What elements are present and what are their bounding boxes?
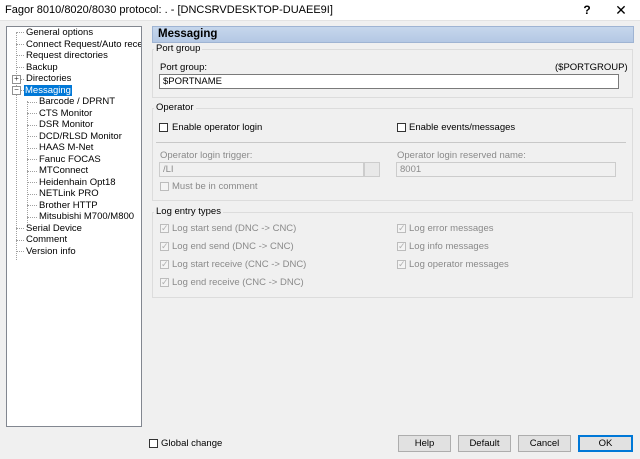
log-info-messages-checkbox[interactable]: ✓ (397, 241, 406, 251)
tree-item-brother-http[interactable]: Brother HTTP (38, 200, 99, 211)
log-end-receive-label: Log end receive (CNC -> DNC) (172, 277, 304, 288)
browse-icon[interactable] (364, 162, 380, 177)
must-be-in-comment-checkbox[interactable] (160, 182, 169, 191)
login-trigger-input[interactable]: /LI (159, 162, 364, 177)
tree-item-heidenhain-opt18[interactable]: Heidenhain Opt18 (38, 177, 117, 188)
port-group-variable: ($PORTGROUP) (555, 62, 628, 73)
log-error-messages-checkbox[interactable]: ✓ (397, 223, 406, 233)
tree-item-messaging[interactable]: Messaging (24, 85, 72, 96)
ok-button[interactable]: OK (578, 435, 633, 452)
tree-item-dsr-monitor[interactable]: DSR Monitor (38, 119, 94, 130)
default-button[interactable]: Default (458, 435, 511, 452)
help-title-button[interactable]: ? (572, 0, 602, 20)
panel-title: Messaging (158, 28, 218, 40)
enable-events-checkbox[interactable] (397, 123, 406, 132)
messaging-expander-icon[interactable]: − (12, 86, 21, 95)
port-group-label: Port group: (160, 62, 207, 73)
global-change-label[interactable]: Global change (161, 438, 222, 449)
tree-item-comment[interactable]: Comment (25, 234, 68, 245)
tree-item-serial-device[interactable]: Serial Device (25, 223, 83, 234)
tree-item-version-info[interactable]: Version info (25, 246, 77, 257)
check-icon: ✓ (398, 223, 406, 233)
must-be-in-comment-label: Must be in comment (172, 181, 258, 192)
check-icon: ✓ (161, 241, 169, 251)
log-start-send-checkbox[interactable]: ✓ (160, 223, 169, 233)
operator-title: Operator (154, 102, 196, 113)
log-error-messages-label: Log error messages (409, 223, 494, 234)
check-icon: ✓ (398, 259, 406, 269)
tree-item-haas-m-net[interactable]: HAAS M-Net (38, 142, 94, 153)
log-operator-messages-checkbox[interactable]: ✓ (397, 259, 406, 269)
log-entry-title: Log entry types (154, 206, 223, 217)
check-icon: ✓ (161, 259, 169, 269)
tree-item-request-directories[interactable]: Request directories (25, 50, 109, 61)
port-group-title: Port group (154, 43, 203, 54)
tree-item-dcd-rlsd-monitor[interactable]: DCD/RLSD Monitor (38, 131, 123, 142)
log-start-receive-checkbox[interactable]: ✓ (160, 259, 169, 269)
check-icon: ✓ (161, 277, 169, 287)
enable-operator-login-checkbox[interactable] (159, 123, 168, 132)
log-start-send-label: Log start send (DNC -> CNC) (172, 223, 297, 234)
directories-expander-icon[interactable]: + (12, 75, 21, 84)
tree-messaging-line (27, 101, 28, 225)
check-icon: ✓ (398, 241, 406, 251)
cancel-button[interactable]: Cancel (518, 435, 571, 452)
title-bar: Fagor 8010/8020/8030 protocol: . - [DNCS… (0, 0, 640, 21)
tree-item-backup[interactable]: Backup (25, 62, 59, 73)
close-icon[interactable]: ✕ (606, 0, 636, 20)
tree-item-mtconnect[interactable]: MTConnect (38, 165, 89, 176)
log-end-receive-checkbox[interactable]: ✓ (160, 277, 169, 287)
tree-item-netlink-pro[interactable]: NETLink PRO (38, 188, 100, 199)
check-icon: ✓ (161, 223, 169, 233)
log-end-send-checkbox[interactable]: ✓ (160, 241, 169, 251)
panel-header: Messaging (152, 26, 634, 43)
tree-item-cts-monitor[interactable]: CTS Monitor (38, 108, 93, 119)
log-start-receive-label: Log start receive (CNC -> DNC) (172, 259, 307, 270)
tree-item-fanuc-focas[interactable]: Fanuc FOCAS (38, 154, 102, 165)
enable-events-label[interactable]: Enable events/messages (409, 122, 515, 133)
tree-item-barcode-dprnt[interactable]: Barcode / DPRNT (38, 96, 116, 107)
reserved-name-input[interactable]: 8001 (396, 162, 616, 177)
log-end-send-label: Log end send (DNC -> CNC) (172, 241, 294, 252)
login-trigger-label: Operator login trigger: (160, 150, 253, 161)
tree-item-directories[interactable]: Directories (25, 73, 72, 84)
port-group-input[interactable]: $PORTNAME (159, 74, 619, 89)
log-operator-messages-label: Log operator messages (409, 259, 509, 270)
tree-item-connect-request[interactable]: Connect Request/Auto receive (25, 39, 141, 50)
global-change-checkbox[interactable] (149, 439, 158, 448)
log-info-messages-label: Log info messages (409, 241, 489, 252)
reserved-name-label: Operator login reserved name: (397, 150, 526, 161)
help-button[interactable]: Help (398, 435, 451, 452)
operator-separator (156, 142, 626, 143)
window-title: Fagor 8010/8020/8030 protocol: . - [DNCS… (5, 4, 333, 16)
tree-item-mitsubishi[interactable]: Mitsubishi M700/M800 (38, 211, 135, 222)
enable-operator-login-label[interactable]: Enable operator login (172, 122, 262, 133)
settings-tree[interactable]: + − General options Connect Request/Auto… (6, 26, 142, 427)
tree-item-general-options[interactable]: General options (25, 27, 94, 38)
